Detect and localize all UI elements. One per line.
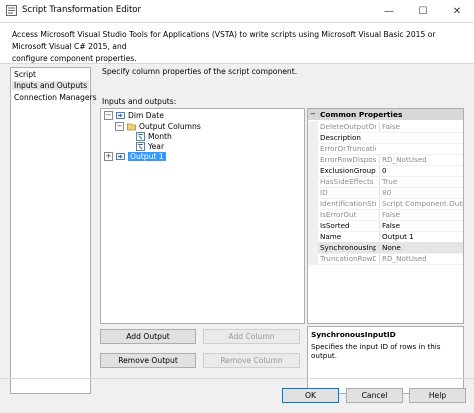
property-name: ID xyxy=(320,188,328,197)
property-name: ErrorRowDispositio xyxy=(320,155,376,164)
collapse-icon[interactable]: − xyxy=(115,122,124,131)
collapse-icon[interactable]: − xyxy=(310,110,316,118)
property-name: Description xyxy=(320,133,361,142)
tree-node-output-1[interactable]: + Output 1 xyxy=(104,152,166,161)
folder-icon xyxy=(127,123,136,131)
property-name: ErrorOrTruncation xyxy=(320,144,376,153)
property-value: RD_NotUsed xyxy=(379,155,463,164)
tree-node-output-columns[interactable]: − Output Columns xyxy=(115,122,201,131)
script-editor-icon xyxy=(6,5,17,16)
tree-node-year[interactable]: Year xyxy=(136,142,164,151)
help-button[interactable]: Help xyxy=(409,388,466,403)
property-name: IdentificationStrin xyxy=(320,199,376,208)
property-category-title: Common Properties xyxy=(320,110,403,119)
property-value[interactable]: False xyxy=(379,221,463,230)
property-name: TruncationRowDis xyxy=(320,254,376,263)
property-value: 80 xyxy=(379,188,463,197)
page-navigation: Script Inputs and Outputs Connection Man… xyxy=(10,67,97,394)
property-row-gutter xyxy=(308,220,318,231)
banner-line-2: configure component properties. xyxy=(12,54,137,63)
input-icon xyxy=(116,112,125,119)
minimize-button[interactable]: — xyxy=(372,0,406,22)
inputs-outputs-tree[interactable]: − Dim Date − Output Columns Month Year + xyxy=(100,108,305,324)
maximize-button[interactable]: ☐ xyxy=(406,0,440,22)
add-output-button[interactable]: Add Output xyxy=(100,329,196,344)
property-row-gutter xyxy=(308,143,318,154)
tree-label-output-columns: Output Columns xyxy=(139,122,201,131)
add-column-button[interactable]: Add Column xyxy=(203,329,300,344)
property-row-gutter xyxy=(308,209,318,220)
property-name: SynchronousInput xyxy=(320,243,376,252)
column-icon xyxy=(136,142,145,151)
tree-label-output-1: Output 1 xyxy=(128,152,166,161)
nav-item-inputs-and-outputs[interactable]: Inputs and Outputs xyxy=(12,81,89,90)
property-value: RD_NotUsed xyxy=(379,254,463,263)
help-title: SynchronousInputID xyxy=(311,330,396,339)
ok-button[interactable]: OK xyxy=(282,388,339,403)
nav-item-connection-managers[interactable]: Connection Managers xyxy=(14,93,97,102)
property-name: IsErrorOut xyxy=(320,210,357,219)
tree-node-dim-date[interactable]: − Dim Date xyxy=(104,111,164,120)
property-value[interactable]: 0 xyxy=(379,166,463,175)
banner-line-1: Access Microsoft Visual Studio Tools for… xyxy=(12,30,436,51)
property-row-gutter xyxy=(308,176,318,187)
cancel-button[interactable]: Cancel xyxy=(346,388,403,403)
property-value: Script Component.Outputs xyxy=(379,199,463,208)
property-row-gutter xyxy=(308,231,318,242)
property-help-panel: SynchronousInputID Specifies the input I… xyxy=(307,326,464,394)
expand-icon[interactable]: + xyxy=(104,152,113,161)
property-name: HasSideEffects xyxy=(320,177,374,186)
property-value[interactable]: Output 1 xyxy=(379,232,463,241)
property-value: False xyxy=(379,122,463,131)
remove-column-button[interactable]: Remove Column xyxy=(203,353,300,368)
tree-label-dim-date: Dim Date xyxy=(128,111,164,120)
window-title: Script Transformation Editor xyxy=(22,5,141,15)
close-button[interactable]: ✕ xyxy=(440,0,474,22)
property-row-gutter xyxy=(308,253,318,264)
property-category-header[interactable]: − Common Properties xyxy=(308,109,463,120)
property-row-gutter xyxy=(308,165,318,176)
property-value[interactable]: None xyxy=(379,243,463,252)
property-row-gutter xyxy=(308,198,318,209)
property-name: ExclusionGroup xyxy=(320,166,376,175)
nav-item-script[interactable]: Script xyxy=(14,70,36,79)
property-row-gutter xyxy=(308,242,318,253)
column-icon xyxy=(136,132,145,141)
property-row[interactable]: TruncationRowDisRD_NotUsed xyxy=(308,253,463,265)
property-row-gutter xyxy=(308,154,318,165)
inputs-outputs-label: Inputs and outputs: xyxy=(102,97,177,106)
output-icon xyxy=(116,153,125,160)
remove-output-button[interactable]: Remove Output xyxy=(100,353,196,368)
property-value: False xyxy=(379,210,463,219)
property-name: Name xyxy=(320,232,342,241)
banner-text: Access Microsoft Visual Studio Tools for… xyxy=(12,29,467,65)
tree-label-month: Month xyxy=(148,132,172,141)
property-value: True xyxy=(379,177,463,186)
property-row-gutter xyxy=(308,121,318,132)
property-name: IsSorted xyxy=(320,221,350,230)
property-row-gutter xyxy=(308,187,318,198)
page-description: Specify column properties of the script … xyxy=(102,67,298,76)
collapse-icon[interactable]: − xyxy=(104,111,113,120)
tree-node-month[interactable]: Month xyxy=(136,132,172,141)
property-row-gutter xyxy=(308,132,318,143)
property-name: DeleteOutputOnPa xyxy=(320,122,376,131)
property-grid[interactable]: − Common Properties DeleteOutputOnPaFals… xyxy=(307,108,464,324)
footer-divider xyxy=(0,378,474,379)
tree-label-year: Year xyxy=(148,142,165,151)
help-text: Specifies the input ID of rows in this o… xyxy=(311,342,441,360)
